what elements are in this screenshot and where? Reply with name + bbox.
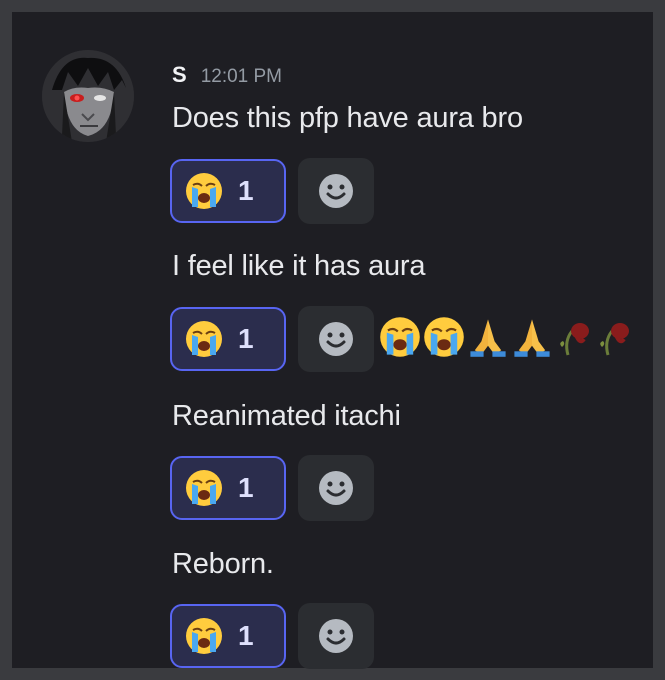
loudly-crying-face-icon <box>184 319 224 359</box>
reaction-row: 1 <box>170 157 374 225</box>
reaction-count: 1 <box>238 620 254 651</box>
reaction-button[interactable]: 1 <box>170 307 286 371</box>
message-text: Reborn. <box>172 548 274 580</box>
add-reaction-button[interactable] <box>298 158 374 224</box>
message-text: Reanimated itachi <box>172 400 401 432</box>
folded-hands-icon <box>510 315 554 364</box>
reaction-row: 1 <box>170 602 374 670</box>
reaction-button[interactable]: 1 <box>170 456 286 520</box>
smile-icon <box>316 171 356 211</box>
loudly-crying-face-icon <box>184 171 224 211</box>
message-text: I feel like it has aura <box>172 250 426 282</box>
smile-icon <box>316 468 356 508</box>
add-reaction-button[interactable] <box>298 306 374 372</box>
reaction-row: 1 <box>170 454 374 522</box>
loudly-crying-face-icon <box>184 468 224 508</box>
loudly-crying-face-icon <box>378 315 422 364</box>
add-reaction-button[interactable] <box>298 455 374 521</box>
reaction-button[interactable]: 1 <box>170 159 286 223</box>
timestamp: 12:01 PM <box>200 66 283 87</box>
reaction-count: 1 <box>238 472 254 503</box>
wilted-flower-icon <box>554 315 594 364</box>
trailing-emojis <box>378 315 634 364</box>
reaction-count: 1 <box>238 175 254 206</box>
reaction-button[interactable]: 1 <box>170 604 286 668</box>
add-reaction-button[interactable] <box>298 603 374 669</box>
loudly-crying-face-icon <box>422 315 466 364</box>
loudly-crying-face-icon <box>184 616 224 656</box>
message-header: S 12:01 PM <box>172 62 283 88</box>
folded-hands-icon <box>466 315 510 364</box>
avatar-image <box>42 50 134 142</box>
smile-icon <box>316 616 356 656</box>
smile-icon <box>316 319 356 359</box>
user-avatar[interactable] <box>42 50 134 142</box>
username[interactable]: S <box>172 62 187 88</box>
message-text: Does this pfp have aura bro <box>172 102 523 134</box>
reaction-count: 1 <box>238 323 254 354</box>
reaction-row: 1 <box>170 305 634 373</box>
chat-panel: S 12:01 PM Does this pfp have aura bro 1… <box>12 12 653 670</box>
wilted-flower-icon <box>594 315 634 364</box>
